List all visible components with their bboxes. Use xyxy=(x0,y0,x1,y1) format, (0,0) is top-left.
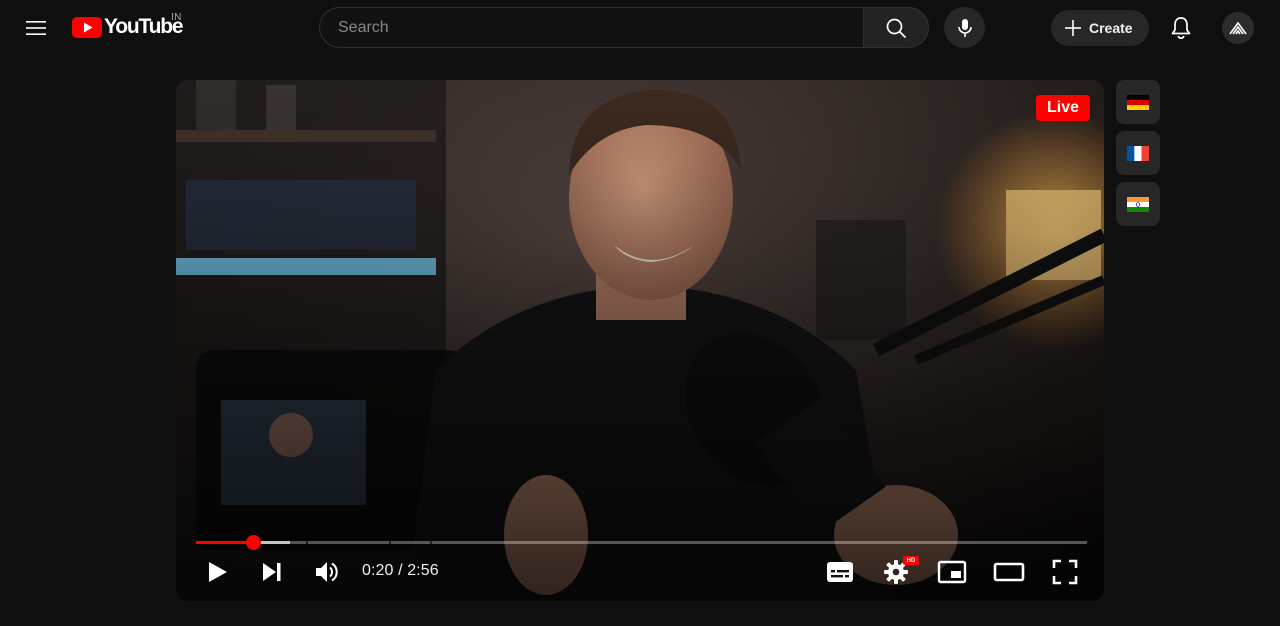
bell-icon xyxy=(1171,17,1191,39)
india-flag-icon xyxy=(1127,196,1149,212)
subtitles-icon xyxy=(827,562,853,582)
language-button-french[interactable] xyxy=(1116,131,1160,175)
next-button[interactable] xyxy=(256,556,288,588)
time-separator: / xyxy=(393,562,408,579)
duration: 2:56 xyxy=(407,562,439,579)
youtube-logo[interactable]: YouTube xyxy=(72,15,184,39)
volume-icon xyxy=(316,562,338,582)
account-logo-icon xyxy=(1229,21,1247,35)
france-flag-icon xyxy=(1127,145,1149,161)
theater-mode-icon xyxy=(993,562,1025,582)
current-time: 0:20 xyxy=(362,562,394,579)
video-player[interactable]: Live 0:20 / 2:56 HD xyxy=(176,80,1104,601)
create-button[interactable]: Create xyxy=(1051,10,1149,46)
time-display: 0:20 / 2:56 xyxy=(362,562,439,580)
fullscreen-button[interactable] xyxy=(1049,556,1081,588)
play-icon xyxy=(209,562,227,582)
live-badge: Live xyxy=(1036,95,1090,121)
progress-scrubber[interactable] xyxy=(245,534,261,550)
youtube-play-logo-icon xyxy=(72,16,102,38)
germany-flag-icon xyxy=(1127,94,1149,110)
search-icon xyxy=(886,18,906,38)
miniplayer-button[interactable] xyxy=(936,556,968,588)
skip-next-icon xyxy=(263,563,281,581)
notifications-button[interactable] xyxy=(1161,8,1201,48)
play-button[interactable] xyxy=(201,556,233,588)
region-code: IN xyxy=(171,12,182,23)
progress-played xyxy=(196,540,254,544)
account-avatar[interactable] xyxy=(1222,12,1254,44)
guide-menu-button[interactable] xyxy=(16,8,56,48)
miniplayer-icon xyxy=(937,560,967,584)
theater-mode-button[interactable] xyxy=(992,556,1026,588)
chapter-mark xyxy=(389,540,392,544)
subtitles-button[interactable] xyxy=(824,556,856,588)
search-box xyxy=(319,7,864,48)
language-button-indian[interactable] xyxy=(1116,182,1160,226)
fullscreen-icon xyxy=(1052,559,1078,585)
masthead: YouTube IN Create xyxy=(0,0,1280,56)
plus-icon xyxy=(1065,20,1081,36)
language-button-german[interactable] xyxy=(1116,80,1160,124)
chapter-mark xyxy=(305,540,308,544)
progress-track xyxy=(196,540,1087,544)
progress-bar[interactable] xyxy=(196,534,1087,550)
hamburger-menu-icon xyxy=(26,21,46,35)
microphone-icon xyxy=(957,18,972,37)
chapter-mark xyxy=(430,540,433,544)
voice-search-button[interactable] xyxy=(944,7,985,48)
video-frame xyxy=(176,80,1104,601)
create-label: Create xyxy=(1089,20,1133,36)
hd-badge: HD xyxy=(903,556,919,565)
search-input[interactable] xyxy=(320,8,864,47)
search-button[interactable] xyxy=(863,7,929,48)
mute-button[interactable] xyxy=(311,556,343,588)
